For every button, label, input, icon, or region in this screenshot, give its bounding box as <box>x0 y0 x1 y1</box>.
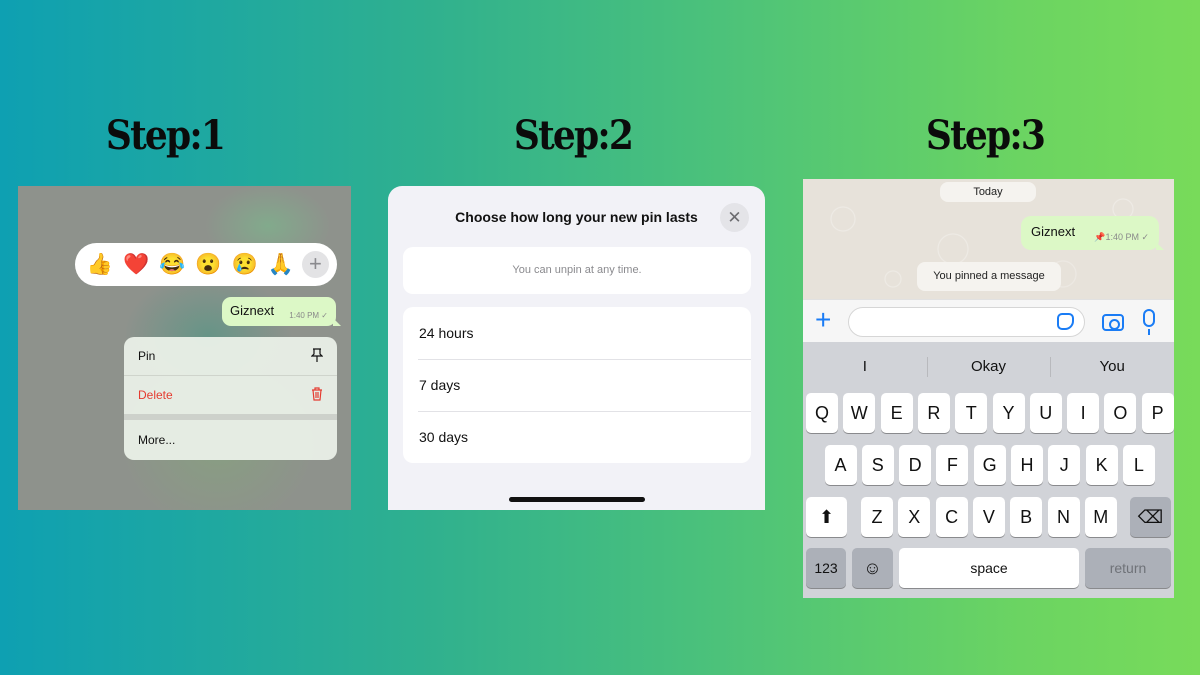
key-b[interactable]: B <box>1010 497 1043 537</box>
step-1-title: Step:1 <box>105 112 226 159</box>
reaction-heart[interactable]: ❤️ <box>121 254 151 275</box>
suggestion[interactable]: I <box>803 353 927 381</box>
key-e[interactable]: E <box>880 393 913 433</box>
chat-background: Today Giznext 📌1:40 PM ✓ You pinned a me… <box>803 179 1174 299</box>
message-time: 1:40 PM ✓ <box>289 311 328 320</box>
step-2-screenshot: Choose how long your new pin lasts ✕ You… <box>388 186 765 510</box>
close-button[interactable]: ✕ <box>720 203 749 232</box>
emoji-key[interactable]: ☺ <box>852 548 893 588</box>
step-3-screenshot: Today Giznext 📌1:40 PM ✓ You pinned a me… <box>803 179 1174 598</box>
keyboard-row-4: 123 ☺ space return <box>803 548 1174 588</box>
reaction-bar: 👍 ❤️ 😂 😮 😢 🙏 + <box>75 243 337 286</box>
key-v[interactable]: V <box>972 497 1005 537</box>
message-input[interactable] <box>848 307 1085 337</box>
bubble-tail <box>1156 242 1164 250</box>
reaction-thumbs-up[interactable]: 👍 <box>85 254 115 275</box>
keyboard-row-2: ASDFGHJKL <box>803 445 1174 485</box>
step-1-screenshot: 👍 ❤️ 😂 😮 😢 🙏 + Giznext 1:40 PM ✓ Pin Del… <box>18 186 351 510</box>
key-y[interactable]: Y <box>992 393 1025 433</box>
more-reactions-button[interactable]: + <box>301 251 329 278</box>
bubble-tail <box>333 318 341 326</box>
reaction-sad[interactable]: 😢 <box>230 254 260 275</box>
key-m[interactable]: M <box>1084 497 1117 537</box>
message-bubble[interactable]: Giznext 1:40 PM ✓ <box>222 297 341 326</box>
message-text: Giznext <box>230 303 275 318</box>
message-composer: + <box>803 299 1174 342</box>
key-d[interactable]: D <box>899 445 932 485</box>
date-separator: Today <box>940 182 1036 202</box>
camera-icon[interactable] <box>1102 314 1124 331</box>
key-u[interactable]: U <box>1029 393 1062 433</box>
predictive-bar: I Okay You <box>803 353 1174 381</box>
key-r[interactable]: R <box>917 393 950 433</box>
keyboard-row-1: QWERTYUIOP <box>803 393 1174 433</box>
message-text: Giznext <box>1031 224 1076 239</box>
menu-item-delete[interactable]: Delete <box>124 376 337 420</box>
key-a[interactable]: A <box>824 445 857 485</box>
menu-item-label: Delete <box>138 388 173 402</box>
close-icon: ✕ <box>727 208 742 227</box>
option-7-days[interactable]: 7 days <box>403 359 751 411</box>
system-message: You pinned a message <box>917 262 1061 291</box>
key-h[interactable]: H <box>1011 445 1043 485</box>
key-f[interactable]: F <box>936 445 969 485</box>
key-p[interactable]: P <box>1141 393 1174 433</box>
space-key[interactable]: space <box>899 548 1079 588</box>
home-indicator <box>509 497 645 502</box>
message-bubble[interactable]: Giznext 📌1:40 PM ✓ <box>1021 216 1164 250</box>
numbers-key[interactable]: 123 <box>806 548 846 588</box>
context-menu: Pin Delete More... <box>124 337 337 460</box>
keyboard-row-3: ⬆ ⌫ ZXCVBNM <box>803 497 1174 537</box>
menu-item-pin[interactable]: Pin <box>124 337 337 376</box>
option-30-days[interactable]: 30 days <box>403 411 751 463</box>
key-l[interactable]: L <box>1122 445 1155 485</box>
key-g[interactable]: G <box>973 445 1006 485</box>
key-t[interactable]: T <box>955 393 988 433</box>
menu-item-label: More... <box>138 433 176 447</box>
menu-item-label: Pin <box>138 349 156 363</box>
key-w[interactable]: W <box>843 393 876 433</box>
reaction-wow[interactable]: 😮 <box>193 254 223 275</box>
key-s[interactable]: S <box>861 445 894 485</box>
sheet-title: Choose how long your new pin lasts <box>455 209 698 225</box>
option-24-hours[interactable]: 24 hours <box>403 307 751 359</box>
return-key[interactable]: return <box>1085 548 1171 588</box>
shift-key[interactable]: ⬆ <box>806 497 847 537</box>
suggestion[interactable]: Okay <box>926 353 1051 381</box>
trash-icon <box>311 386 323 404</box>
pin-icon <box>310 347 324 365</box>
microphone-icon[interactable] <box>1143 309 1155 335</box>
backspace-key[interactable]: ⌫ <box>1130 497 1171 537</box>
info-card: You can unpin at any time. <box>403 247 751 294</box>
key-c[interactable]: C <box>935 497 968 537</box>
key-o[interactable]: O <box>1104 393 1137 433</box>
attach-plus-icon[interactable]: + <box>815 306 831 334</box>
key-z[interactable]: Z <box>861 497 893 537</box>
suggestion[interactable]: You <box>1050 353 1174 381</box>
reaction-laugh[interactable]: 😂 <box>157 254 187 275</box>
key-n[interactable]: N <box>1047 497 1080 537</box>
message-time: 📌1:40 PM ✓ <box>1094 232 1149 242</box>
duration-options: 24 hours 7 days 30 days <box>403 307 751 463</box>
step-3-title: Step:3 <box>925 112 1046 159</box>
key-k[interactable]: K <box>1085 445 1118 485</box>
key-q[interactable]: Q <box>806 393 838 433</box>
key-i[interactable]: I <box>1067 393 1100 433</box>
menu-item-more[interactable]: More... <box>124 420 337 460</box>
step-2-title: Step:2 <box>513 112 634 159</box>
key-x[interactable]: X <box>898 497 931 537</box>
reaction-pray[interactable]: 🙏 <box>266 254 296 275</box>
key-j[interactable]: J <box>1048 445 1081 485</box>
